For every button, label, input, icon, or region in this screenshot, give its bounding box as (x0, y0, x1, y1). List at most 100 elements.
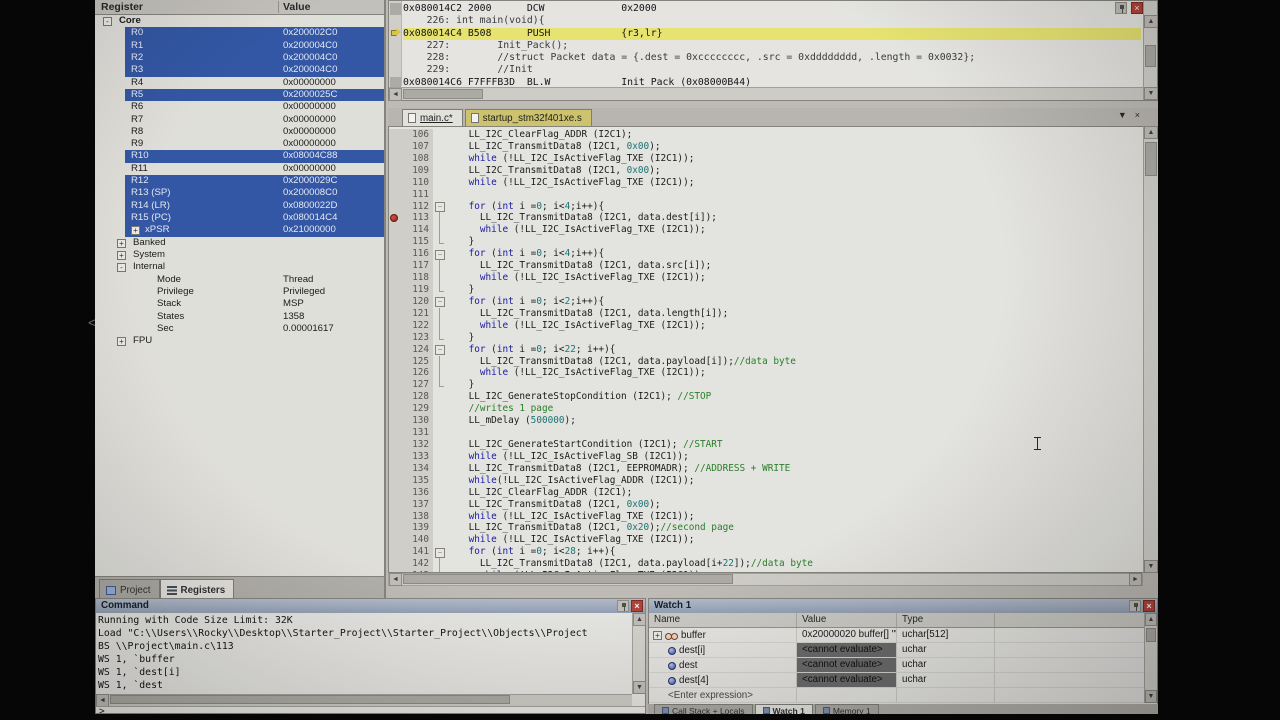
code-line[interactable]: 123 } (389, 332, 1142, 344)
horizontal-splitter[interactable] (388, 101, 1158, 108)
breakpoint-gutter[interactable] (389, 534, 400, 546)
scroll-thumb[interactable] (1145, 45, 1156, 67)
code-line[interactable]: 108 while (!LL_I2C_IsActiveFlag_TXE (I2C… (389, 153, 1142, 165)
tab-project[interactable]: Project (99, 579, 160, 598)
code-line[interactable]: 115 } (389, 236, 1142, 248)
fold-collapse-icon[interactable] (433, 296, 446, 308)
breakpoint-icon[interactable] (390, 214, 398, 222)
scroll-thumb[interactable] (110, 695, 510, 704)
code-line[interactable]: 139 LL_I2C_TransmitData8 (I2C1, 0x20);//… (389, 522, 1142, 534)
fold-collapse-icon[interactable] (433, 248, 446, 260)
code-line[interactable]: 119 } (389, 284, 1142, 296)
scroll-up-icon[interactable]: ▲ (1145, 613, 1157, 626)
breakpoint-gutter[interactable] (389, 475, 400, 487)
type-column-header[interactable]: Type (897, 613, 995, 627)
command-output[interactable]: Running with Code Size Limit: 32KLoad "C… (98, 614, 631, 693)
disassembly-line[interactable]: 229: //Init (403, 64, 1141, 76)
watch-name-cell[interactable]: <Enter expression> (649, 688, 797, 703)
tab-watch-1[interactable]: Watch 1 (755, 704, 813, 714)
disassembly-vscrollbar[interactable]: ▲ ▼ (1143, 1, 1157, 100)
breakpoint-gutter[interactable] (389, 129, 400, 141)
collapse-icon[interactable]: - (103, 17, 112, 26)
editor-vscrollbar[interactable]: ▲ ▼ (1143, 126, 1158, 573)
breakpoint-gutter[interactable] (389, 558, 400, 570)
register-row[interactable]: R40x00000000 (95, 77, 384, 89)
watch-type-cell[interactable]: uchar (897, 643, 995, 658)
watch-name-cell[interactable]: dest[i] (649, 643, 797, 658)
watch-row[interactable]: +buffer0x20000020 buffer[] ""uchar[512] (649, 628, 1144, 643)
scroll-up-icon[interactable]: ▲ (1144, 15, 1158, 28)
watch-row[interactable]: dest[i]<cannot evaluate>uchar (649, 643, 1144, 658)
scroll-thumb[interactable] (403, 574, 733, 584)
breakpoint-gutter[interactable] (389, 212, 400, 224)
command-input[interactable]: > (96, 706, 645, 713)
breakpoint-gutter[interactable] (389, 391, 400, 403)
breakpoint-gutter[interactable] (389, 367, 400, 379)
tree-group-row[interactable]: +Banked (95, 237, 384, 249)
tree-group-row[interactable]: +System (95, 249, 384, 261)
code-line[interactable]: 137 LL_I2C_TransmitData8 (I2C1, 0x00); (389, 499, 1142, 511)
breakpoint-gutter[interactable] (389, 415, 400, 427)
scroll-thumb[interactable] (1146, 628, 1156, 642)
code-line[interactable]: 127 } (389, 379, 1142, 391)
breakpoint-gutter[interactable] (389, 344, 400, 356)
scroll-left-icon[interactable]: ◄ (389, 573, 402, 586)
code-line[interactable]: 112 for (int i =0; i<4;i++){ (389, 201, 1142, 213)
register-property-row[interactable]: Sec0.00001617 (95, 323, 384, 335)
code-line[interactable]: 114 while (!LL_I2C_IsActiveFlag_TXE (I2C… (389, 224, 1142, 236)
code-line[interactable]: 111 (389, 189, 1142, 201)
tree-group-row[interactable]: -Internal (95, 261, 384, 273)
close-document-icon[interactable]: × (1135, 110, 1140, 120)
scroll-down-icon[interactable]: ▼ (1144, 560, 1158, 573)
breakpoint-gutter[interactable] (389, 320, 400, 332)
register-row[interactable]: R50x2000025C (95, 89, 384, 101)
tab-registers[interactable]: Registers (160, 579, 235, 598)
breakpoint-gutter[interactable] (389, 236, 400, 248)
code-line[interactable]: 128 LL_I2C_GenerateStopCondition (I2C1);… (389, 391, 1142, 403)
breakpoint-gutter[interactable] (389, 546, 400, 558)
register-row[interactable]: R10x200004C0 (95, 40, 384, 52)
breakpoint-gutter[interactable] (389, 153, 400, 165)
breakpoint-gutter[interactable] (389, 141, 400, 153)
watch-row[interactable]: dest<cannot evaluate>uchar (649, 658, 1144, 673)
command-vscrollbar[interactable]: ▲ ▼ (632, 613, 645, 694)
tab-call-stack-locals[interactable]: Call Stack + Locals (654, 704, 753, 714)
code-line[interactable]: 135 while(!LL_I2C_IsActiveFlag_ADDR (I2C… (389, 475, 1142, 487)
code-line[interactable]: 126 while (!LL_I2C_IsActiveFlag_TXE (I2C… (389, 367, 1142, 379)
watch-name-cell[interactable]: +buffer (649, 628, 797, 643)
watch-window-titlebar[interactable]: Watch 1 × (649, 599, 1157, 613)
code-line[interactable]: 110 while (!LL_I2C_IsActiveFlag_TXE (I2C… (389, 177, 1142, 189)
breakpoint-gutter[interactable] (389, 224, 400, 236)
watch-value-cell[interactable]: <cannot evaluate> (797, 643, 897, 658)
scroll-right-icon[interactable]: ► (1129, 573, 1142, 586)
code-line[interactable]: 140 while (!LL_I2C_IsActiveFlag_TXE (I2C… (389, 534, 1142, 546)
collapse-icon[interactable]: - (117, 263, 126, 272)
watch-row[interactable]: <Enter expression> (649, 688, 1144, 703)
scroll-thumb[interactable] (403, 89, 483, 99)
code-line[interactable]: 116 for (int i =0; i<4;i++){ (389, 248, 1142, 260)
fold-collapse-icon[interactable] (433, 546, 446, 558)
watch-name-cell[interactable]: dest (649, 658, 797, 673)
register-row[interactable]: R15 (PC)0x080014C4 (95, 212, 384, 224)
tree-group-row[interactable]: +FPU (95, 335, 384, 347)
watch-value-cell[interactable]: 0x20000020 buffer[] "" (797, 628, 897, 643)
code-line[interactable]: 138 while (!LL_I2C_IsActiveFlag_TXE (I2C… (389, 511, 1142, 523)
value-column-header[interactable]: Value (797, 613, 897, 627)
pin-icon[interactable] (1115, 2, 1127, 14)
editor-hscrollbar[interactable]: ◄ ► (388, 573, 1143, 586)
tree-group-row[interactable]: -Core (95, 15, 384, 27)
scroll-left-icon[interactable]: ◄ (389, 88, 402, 101)
disassembly-gutter[interactable] (389, 1, 402, 86)
expand-icon[interactable]: + (117, 337, 126, 346)
breakpoint-gutter[interactable] (389, 248, 400, 260)
code-line[interactable]: 134 LL_I2C_TransmitData8 (I2C1, EEPROMAD… (389, 463, 1142, 475)
tab-main-c-[interactable]: main.c* (402, 109, 463, 126)
pin-icon[interactable] (617, 600, 629, 612)
breakpoint-gutter[interactable] (389, 451, 400, 463)
tab-list-dropdown-icon[interactable]: ▼ (1118, 110, 1127, 120)
scroll-down-icon[interactable]: ▼ (633, 681, 646, 694)
scroll-up-icon[interactable]: ▲ (1144, 126, 1158, 139)
code-line[interactable]: 124 for (int i =0; i<22; i++){ (389, 344, 1142, 356)
expand-icon[interactable]: + (131, 226, 140, 235)
code-line[interactable]: 125 LL_I2C_TransmitData8 (I2C1, data.pay… (389, 356, 1142, 368)
